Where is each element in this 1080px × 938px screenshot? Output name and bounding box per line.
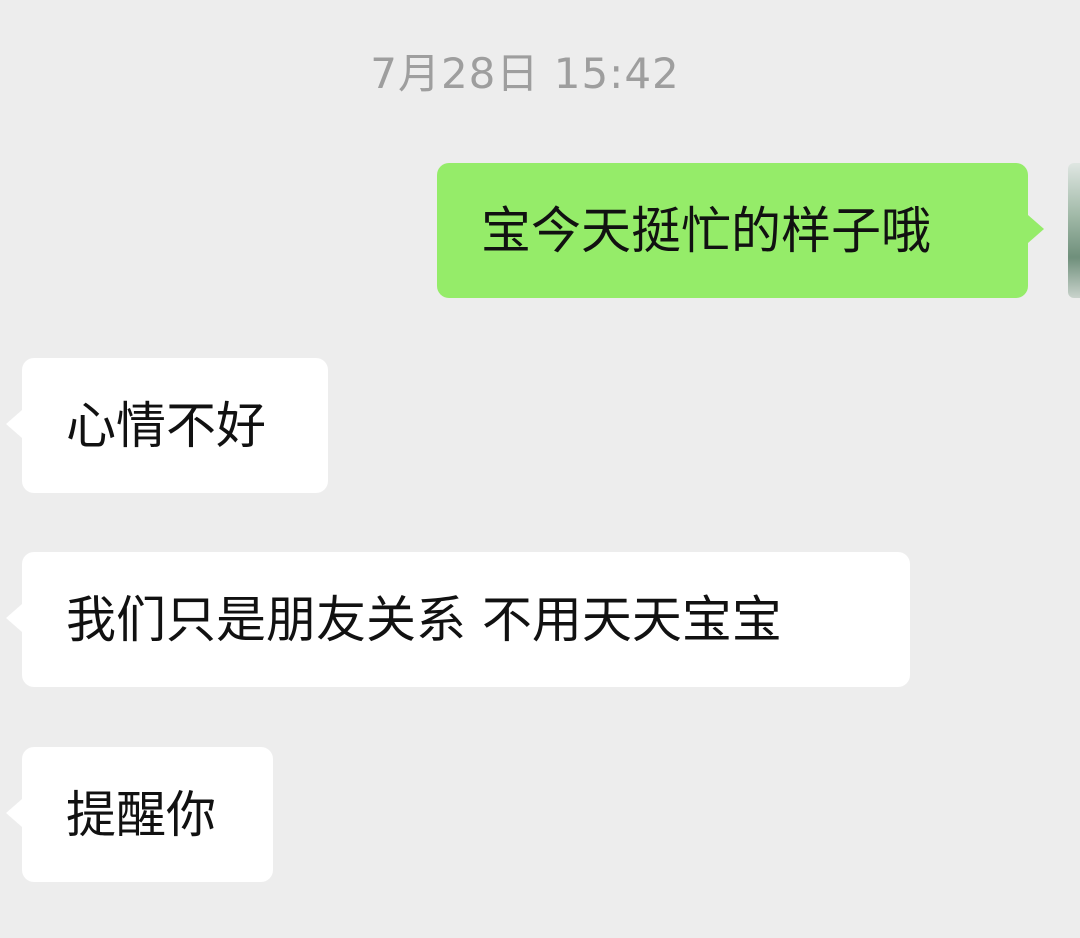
message-text: 我们只是朋友关系 不用天天宝宝 [66, 590, 782, 649]
received-message-bubble[interactable]: 心情不好 [6, 358, 328, 493]
own-avatar[interactable] [1068, 163, 1080, 298]
message-timestamp: 7月28日 15:42 [370, 49, 680, 98]
bubble-tail [6, 410, 22, 438]
message-text: 提醒你 [66, 785, 216, 844]
message-text: 宝今天挺忙的样子哦 [481, 201, 931, 260]
received-message-bubble[interactable]: 提醒你 [6, 747, 273, 882]
bubble-tail [6, 604, 22, 632]
sent-message-bubble[interactable]: 宝今天挺忙的样子哦 [437, 163, 1044, 298]
bubble-tail [6, 799, 22, 827]
received-message-bubble[interactable]: 我们只是朋友关系 不用天天宝宝 [6, 552, 910, 687]
bubble-tail [1028, 215, 1044, 243]
message-text: 心情不好 [66, 396, 266, 455]
